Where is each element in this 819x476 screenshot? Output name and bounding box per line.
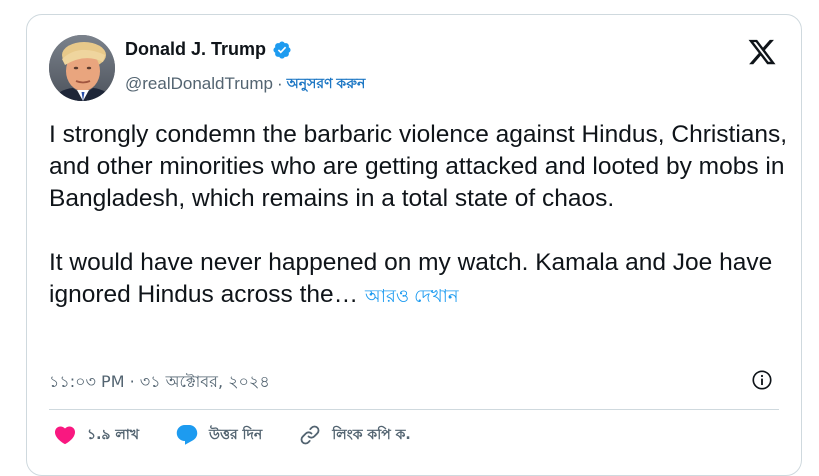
tweet-date: ৩১ অক্টোবর, ২০২৪ [139,372,270,391]
tweet-actions: ১.৯ লাখ উত্তর দিন লিংক কপি ক. [53,423,411,447]
reply-bubble-icon [176,425,198,445]
heart-icon [54,426,76,445]
info-icon[interactable] [751,369,773,391]
avatar[interactable] [49,35,115,101]
show-more-link[interactable]: আরও দেখান [365,286,459,306]
divider [49,409,779,410]
avatar-image [49,35,115,101]
copy-link-label: লিংক কপি ক. [332,427,411,443]
follow-button[interactable]: অনুসরণ করুন [287,72,366,96]
reply-button[interactable]: উত্তর দিন [175,423,262,447]
copy-link-button[interactable]: লিংক কপি ক. [298,423,411,447]
timestamp-separator: · [129,372,135,391]
author-handle-row: @realDonaldTrump · অনুসরণ করুন [125,72,365,96]
author-display-name[interactable]: Donald J. Trump [125,39,266,60]
tweet-paragraph-2: It would have never happened on my watch… [49,247,789,312]
author-handle[interactable]: @realDonaldTrump [125,74,273,94]
like-button[interactable]: ১.৯ লাখ [53,423,139,447]
author-name-row: Donald J. Trump [125,39,292,60]
tweet-card[interactable]: Donald J. Trump @realDonaldTrump · অনুসর… [26,14,802,476]
x-logo-icon[interactable] [747,37,777,67]
verified-badge-icon [273,40,291,59]
handle-separator: · [276,74,283,93]
tweet-time: ১১:০৩ PM [49,372,125,391]
reply-label: উত্তর দিন [209,427,263,443]
tweet-paragraph-1: I strongly condemn the barbaric violence… [49,121,788,212]
like-count: ১.৯ লাখ [87,427,140,443]
tweet-timestamp[interactable]: ১১:০৩ PM · ৩১ অক্টোবর, ২০২৪ [49,369,270,396]
tweet-text: I strongly condemn the barbaric violence… [49,119,789,312]
link-icon [300,425,320,445]
